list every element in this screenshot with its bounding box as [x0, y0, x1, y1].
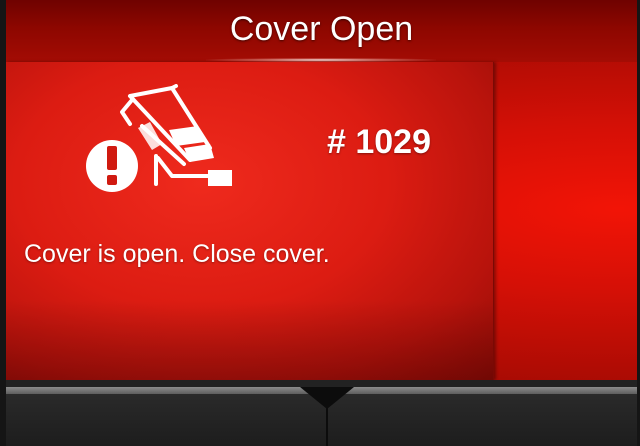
center-notch-indicator: [300, 387, 354, 409]
panel-shade: [6, 300, 493, 380]
error-code: # 1029: [327, 123, 431, 161]
printer-display: Cover Open # 1029 Cover is open. Close c…: [6, 0, 637, 446]
error-panel: # 1029 Cover is open. Close cover.: [6, 62, 494, 380]
warning-icon: [86, 140, 138, 192]
error-message: Cover is open. Close cover.: [24, 240, 330, 268]
printer-cover-open-warning-icon: [72, 84, 232, 194]
page-title: Cover Open: [229, 9, 414, 48]
title-bar: Cover Open: [6, 0, 637, 62]
bottom-bar: [6, 380, 637, 446]
